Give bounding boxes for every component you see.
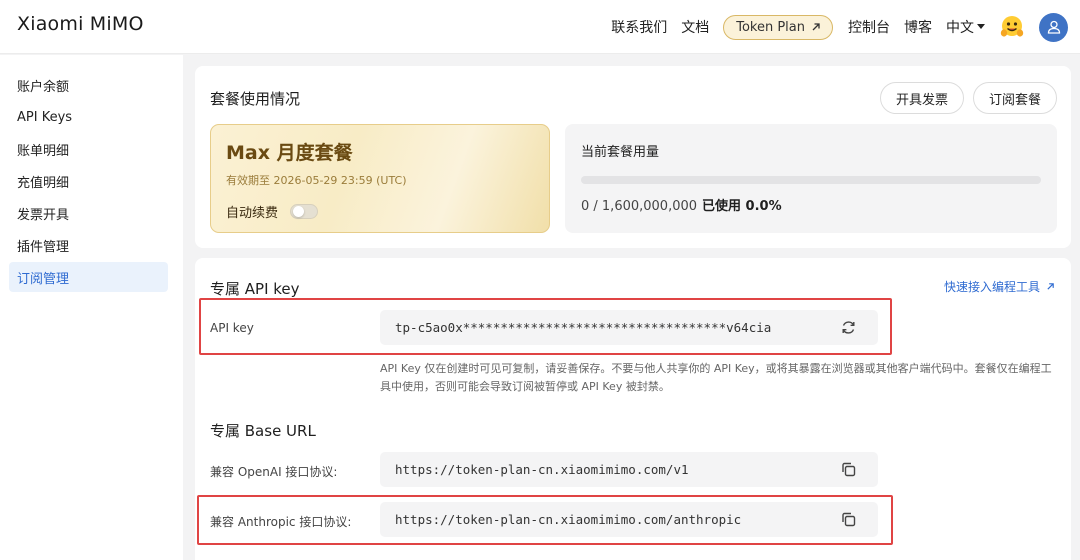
sidebar-item-api-keys[interactable]: API Keys [9,102,168,132]
hugging-face-icon[interactable] [999,14,1025,40]
api-key-note: API Key 仅在创建时可见可复制，请妥善保存。不要与他人共享你的 API K… [380,362,1052,393]
plan-usage-card: 套餐使用情况 开具发票 订阅套餐 Max 月度套餐 有效期至 2026-05-2… [195,66,1071,248]
user-avatar[interactable] [1039,12,1068,42]
api-key-section-title: 专属 API key [210,280,300,298]
usage-count: 0 / 1,600,000,000 [581,199,698,214]
copy-icon[interactable] [840,461,857,478]
nav-docs-link[interactable]: 文档 [681,17,709,37]
top-nav: 联系我们 文档 Token Plan 控制台 博客 中文 [611,0,1068,54]
plan-info-box: Max 月度套餐 有效期至 2026-05-29 23:59 (UTC) 自动续… [210,124,550,233]
sidebar-item-plugins[interactable]: 插件管理 [9,230,168,260]
brand-logo[interactable]: Xiaomi MiMO [17,13,144,35]
nav-console-link[interactable]: 控制台 [848,17,890,37]
user-icon [1047,20,1060,34]
language-label: 中文 [946,20,974,36]
plan-usage-title: 套餐使用情况 [210,90,301,108]
auto-renew-toggle[interactable] [290,204,319,219]
anthropic-url-highlight-box [197,495,893,545]
external-arrow-icon [1047,283,1054,290]
token-plan-label: Token Plan [736,19,805,35]
usage-progress-bar [581,176,1041,184]
sidebar-item-subscriptions[interactable]: 订阅管理 [9,262,168,292]
chevron-down-icon [977,24,985,29]
sidebar-item-balance[interactable]: 账户余额 [9,70,168,100]
auto-renew-label: 自动续费 [226,206,279,221]
top-header: Xiaomi MiMO 联系我们 文档 Token Plan 控制台 博客 中文 [0,0,1080,54]
nav-blog-link[interactable]: 博客 [904,17,932,37]
external-arrow-icon [812,23,820,31]
usage-percent: 已使用 0.0% [702,199,782,214]
openai-url-value: https://token-plan-cn.xiaomimimo.com/v1 [395,462,689,477]
base-url-section-title: 专属 Base URL [210,422,316,440]
plan-name: Max 月度套餐 [226,142,353,164]
openai-url-field[interactable]: https://token-plan-cn.xiaomimimo.com/v1 [380,452,878,487]
subscribe-plan-button[interactable]: 订阅套餐 [972,82,1057,114]
sidebar-item-bills[interactable]: 账单明细 [9,134,168,164]
quick-integration-link[interactable]: 快速接入编程工具 [944,278,1055,295]
nav-contact-link[interactable]: 联系我们 [611,17,667,37]
token-plan-button[interactable]: Token Plan [723,14,833,40]
issue-invoice-button[interactable]: 开具发票 [879,82,964,114]
plan-expiry: 有效期至 2026-05-29 23:59 (UTC) [226,174,407,187]
sidebar-item-invoice[interactable]: 发票开具 [9,198,168,228]
api-key-highlight-box [199,298,892,355]
sidebar: 账户余额 API Keys 账单明细 充值明细 发票开具 插件管理 订阅管理 [0,55,183,560]
quick-integration-label: 快速接入编程工具 [943,280,1040,294]
auto-renew-row: 自动续费 [226,202,319,221]
openai-protocol-label: 兼容 OpenAI 接口协议: [210,465,338,479]
language-selector[interactable]: 中文 [946,17,985,37]
sidebar-item-recharge[interactable]: 充值明细 [9,166,168,196]
usage-box: 当前套餐用量 0 / 1,600,000,000 已使用 0.0% [565,124,1057,233]
usage-title: 当前套餐用量 [581,145,660,160]
usage-text: 0 / 1,600,000,000 已使用 0.0% [581,195,782,214]
